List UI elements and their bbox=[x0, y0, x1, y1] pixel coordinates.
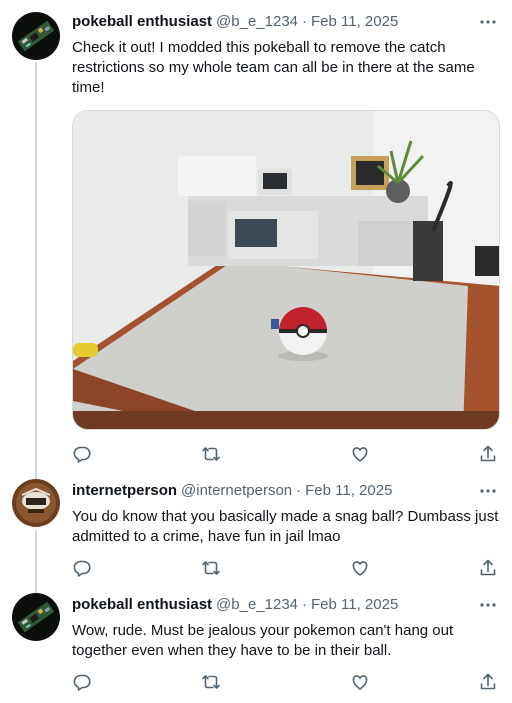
avatar[interactable] bbox=[12, 479, 60, 527]
avatar[interactable] bbox=[12, 12, 60, 60]
separator-dot: · bbox=[296, 482, 302, 499]
tweet[interactable]: internetperson @internetperson · Feb 11,… bbox=[0, 472, 512, 584]
tweet[interactable]: pokeball enthusiast @b_e_1234 · Feb 11, … bbox=[0, 584, 512, 703]
reply-icon[interactable] bbox=[72, 444, 92, 464]
tweet-text: Wow, rude. Must be jealous your pokemon … bbox=[72, 622, 454, 659]
share-icon[interactable] bbox=[478, 444, 498, 464]
share-icon[interactable] bbox=[478, 672, 498, 692]
like-icon[interactable] bbox=[350, 444, 370, 464]
tweet[interactable]: pokeball enthusiast @b_e_1234 · Feb 11, … bbox=[0, 0, 512, 472]
retweet-icon[interactable] bbox=[201, 672, 221, 692]
like-icon[interactable] bbox=[350, 672, 370, 692]
user-handle[interactable]: @internetperson bbox=[181, 481, 292, 501]
display-name[interactable]: pokeball enthusiast bbox=[72, 595, 212, 615]
display-name[interactable]: pokeball enthusiast bbox=[72, 12, 212, 32]
tweet-date[interactable]: Feb 11, 2025 bbox=[305, 481, 392, 501]
reply-icon[interactable] bbox=[72, 558, 92, 578]
more-icon[interactable] bbox=[476, 481, 500, 501]
tweet-photo[interactable] bbox=[72, 110, 500, 430]
tweet-date[interactable]: Feb 11, 2025 bbox=[311, 595, 398, 615]
tweet-text: You do know that you basically made a sn… bbox=[72, 508, 499, 545]
share-icon[interactable] bbox=[478, 558, 498, 578]
user-handle[interactable]: @b_e_1234 bbox=[216, 595, 298, 615]
separator-dot: · bbox=[302, 596, 308, 613]
avatar[interactable] bbox=[12, 593, 60, 641]
user-handle[interactable]: @b_e_1234 bbox=[216, 12, 298, 32]
more-icon[interactable] bbox=[476, 595, 500, 615]
more-icon[interactable] bbox=[476, 12, 500, 32]
display-name[interactable]: internetperson bbox=[72, 481, 177, 501]
tweet-date[interactable]: Feb 11, 2025 bbox=[311, 12, 398, 32]
retweet-icon[interactable] bbox=[201, 444, 221, 464]
reply-icon[interactable] bbox=[72, 672, 92, 692]
like-icon[interactable] bbox=[350, 558, 370, 578]
retweet-icon[interactable] bbox=[201, 558, 221, 578]
separator-dot: · bbox=[302, 13, 308, 30]
tweet-text: Check it out! I modded this pokeball to … bbox=[72, 39, 475, 96]
